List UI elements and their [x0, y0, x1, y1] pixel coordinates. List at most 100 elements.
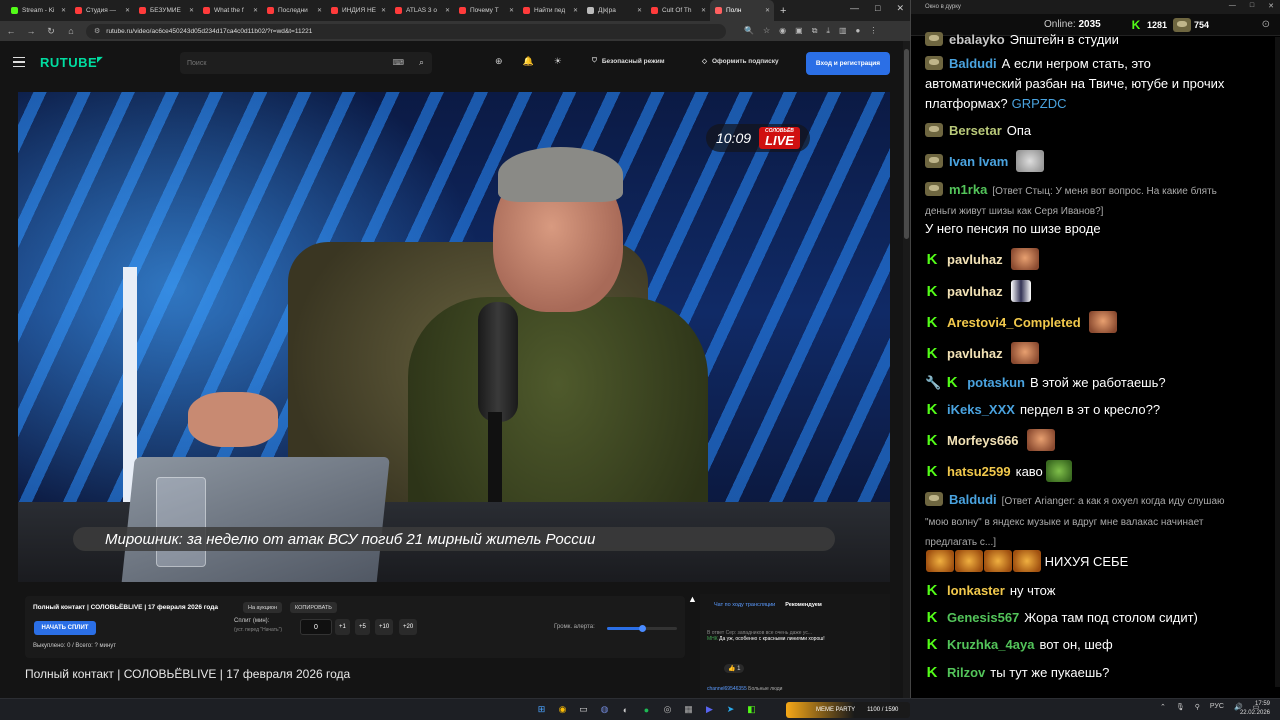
chat-username[interactable]: ebalayko [949, 32, 1005, 47]
increment-button[interactable]: +5 [355, 619, 370, 635]
search-input[interactable] [187, 59, 377, 67]
auction-chip[interactable]: На аукцион [243, 602, 283, 613]
start-icon[interactable]: ⊞ [534, 702, 549, 717]
tab-close-icon[interactable]: ✕ [445, 7, 450, 14]
increment-button[interactable]: +10 [375, 619, 394, 635]
steam-icon[interactable]: ◐ [618, 702, 633, 717]
tab-close-icon[interactable]: ✕ [317, 7, 322, 14]
chat-username[interactable]: pavluhaz [947, 284, 1003, 299]
video-player[interactable]: 10:09 СОЛОВЬЁВ LIVE Мирошник: за неделю о… [18, 92, 890, 582]
kick-icon[interactable]: ◧ [744, 702, 759, 717]
bell-icon[interactable]: 🔔 [523, 56, 534, 67]
meme-party-widget[interactable]: MEME PARTY 1100 / 1590 [786, 702, 910, 718]
subscription-button[interactable]: ◇ Оформить подписку [702, 57, 779, 66]
language-indicator[interactable]: РУС [1210, 703, 1224, 711]
spotify-icon[interactable]: ● [639, 702, 654, 717]
chat-username[interactable]: iKeks_XXX [947, 402, 1015, 417]
tab-close-icon[interactable]: ✕ [701, 7, 706, 14]
app-icon[interactable]: ▦ [681, 702, 696, 717]
search-icon[interactable]: ⌕ [419, 57, 424, 68]
telegram-icon[interactable]: ➤ [723, 702, 738, 717]
microphone-icon[interactable]: 🎙 [1176, 703, 1185, 711]
tray-chevron-icon[interactable]: ⌃ [1160, 703, 1166, 711]
chat-username[interactable]: pavluhaz [947, 346, 1003, 361]
menu-icon[interactable]: ⋮ [869, 26, 877, 36]
chat-username[interactable]: Rilzov [947, 665, 985, 680]
browser-tab[interactable]: ИНДИЯ НЕ ✕ [326, 0, 390, 21]
alert-volume-slider[interactable] [607, 625, 677, 632]
discord-icon[interactable]: ◍ [597, 702, 612, 717]
chat-username[interactable]: Arestovi4_Completed [947, 315, 1081, 330]
chat-username[interactable]: hatsu2599 [947, 464, 1011, 479]
tab-recommended[interactable]: Рекомендуем [785, 602, 822, 608]
chat-username[interactable]: lonkaster [947, 583, 1005, 598]
chat-username[interactable]: Ivan Ivam [949, 154, 1008, 169]
browser-tab[interactable]: Последни ✕ [262, 0, 326, 21]
url-field[interactable]: ⚙ rutube.ru/video/ac6ce450243d05d234d17c… [86, 23, 726, 39]
browser-tab[interactable]: Д|к|ра ✕ [582, 0, 646, 21]
tab-close-icon[interactable]: ✕ [637, 7, 642, 14]
browser-tab[interactable]: Найти пед ✕ [518, 0, 582, 21]
mentioned-username[interactable]: GRPZDC [1012, 96, 1067, 111]
browser-tab[interactable]: What the f ✕ [198, 0, 262, 21]
chat-username[interactable]: Baldudi [949, 56, 997, 71]
volume-knob[interactable] [639, 625, 646, 632]
chat-username[interactable]: Bersetar [949, 123, 1002, 138]
chat-username[interactable]: Baldudi [949, 492, 997, 507]
chat-username[interactable]: m1rka [949, 182, 987, 197]
minimize-icon[interactable]: — [850, 3, 859, 14]
browser-tab[interactable]: ATLAS 3 о ✕ [390, 0, 454, 21]
bookmark-star-icon[interactable]: ☆ [763, 26, 770, 36]
maximize-icon[interactable]: □ [875, 3, 880, 14]
login-button[interactable]: Вход и регистрация [806, 52, 890, 75]
theme-icon[interactable]: ☀ [554, 56, 562, 67]
chat-scrollbar[interactable] [1275, 37, 1280, 687]
profile-icon[interactable]: ● [856, 26, 861, 36]
chat-username[interactable]: Morfeys666 [947, 433, 1019, 448]
close-icon[interactable]: ✕ [1268, 2, 1274, 10]
download-icon[interactable]: ⤓ [826, 26, 830, 36]
chat-username[interactable]: Kruzhka_4aya [947, 637, 1034, 652]
safe-mode-button[interactable]: ⛉ Безопасный режим [592, 57, 665, 65]
forward-icon[interactable]: → [26, 26, 36, 36]
maximize-icon[interactable]: □ [1250, 2, 1254, 10]
site-info-icon[interactable]: ⚙ [94, 27, 100, 35]
chat-username[interactable]: pavluhaz [947, 252, 1003, 267]
zoom-icon[interactable]: 🔍 [744, 26, 754, 36]
keyboard-icon[interactable]: ⌨ [392, 58, 404, 67]
tab-close-icon[interactable]: ✕ [125, 7, 130, 14]
chrome-icon[interactable]: ◉ [555, 702, 570, 717]
minimize-icon[interactable]: — [1229, 2, 1236, 10]
chat-username[interactable]: channel69546355 [707, 686, 747, 692]
tab-close-icon[interactable]: ✕ [765, 7, 770, 14]
copy-button[interactable]: КОПИРОВАТЬ [290, 602, 337, 613]
tab-live-chat[interactable]: Чат по ходу трансляции [714, 602, 775, 608]
home-icon[interactable]: ⌂ [66, 26, 76, 36]
close-icon[interactable]: ✕ [896, 3, 904, 14]
chat-username[interactable]: МНК [707, 636, 718, 642]
scrollbar-thumb[interactable] [904, 49, 909, 239]
media-icon[interactable]: ▶ [702, 702, 717, 717]
puzzle-icon[interactable]: ⧉ [812, 26, 818, 36]
tab-close-icon[interactable]: ✕ [381, 7, 386, 14]
chat-username[interactable]: potaskun [967, 375, 1025, 390]
split-minutes-input[interactable]: 0 [300, 619, 332, 635]
browser-tab[interactable]: БЕЗУМИЕ ✕ [134, 0, 198, 21]
hamburger-menu-icon[interactable] [13, 57, 25, 67]
browser-tab[interactable]: Cult Of Th ✕ [646, 0, 710, 21]
reload-icon[interactable]: ↻ [46, 26, 56, 37]
chat-username[interactable]: Genesis567 [947, 610, 1019, 625]
increment-button[interactable]: +20 [399, 619, 418, 635]
network-icon[interactable]: ⚲ [1195, 703, 1200, 711]
back-icon[interactable]: ← [6, 26, 16, 36]
tab-close-icon[interactable]: ✕ [573, 7, 578, 14]
tab-close-icon[interactable]: ✕ [509, 7, 514, 14]
system-clock[interactable]: 17:59 22.02.2026 [1240, 700, 1270, 718]
start-split-button[interactable]: НАЧАТЬ СПЛИТ [34, 621, 96, 635]
page-scrollbar[interactable] [903, 41, 910, 698]
sidepanel-icon[interactable]: ▥ [839, 26, 847, 36]
settings-gear-icon[interactable]: ⊙ [1262, 19, 1270, 30]
browser-tab[interactable]: Полн ✕ [710, 0, 774, 21]
upload-icon[interactable]: ⊕ [495, 56, 503, 67]
obs-icon[interactable]: ◎ [660, 702, 675, 717]
